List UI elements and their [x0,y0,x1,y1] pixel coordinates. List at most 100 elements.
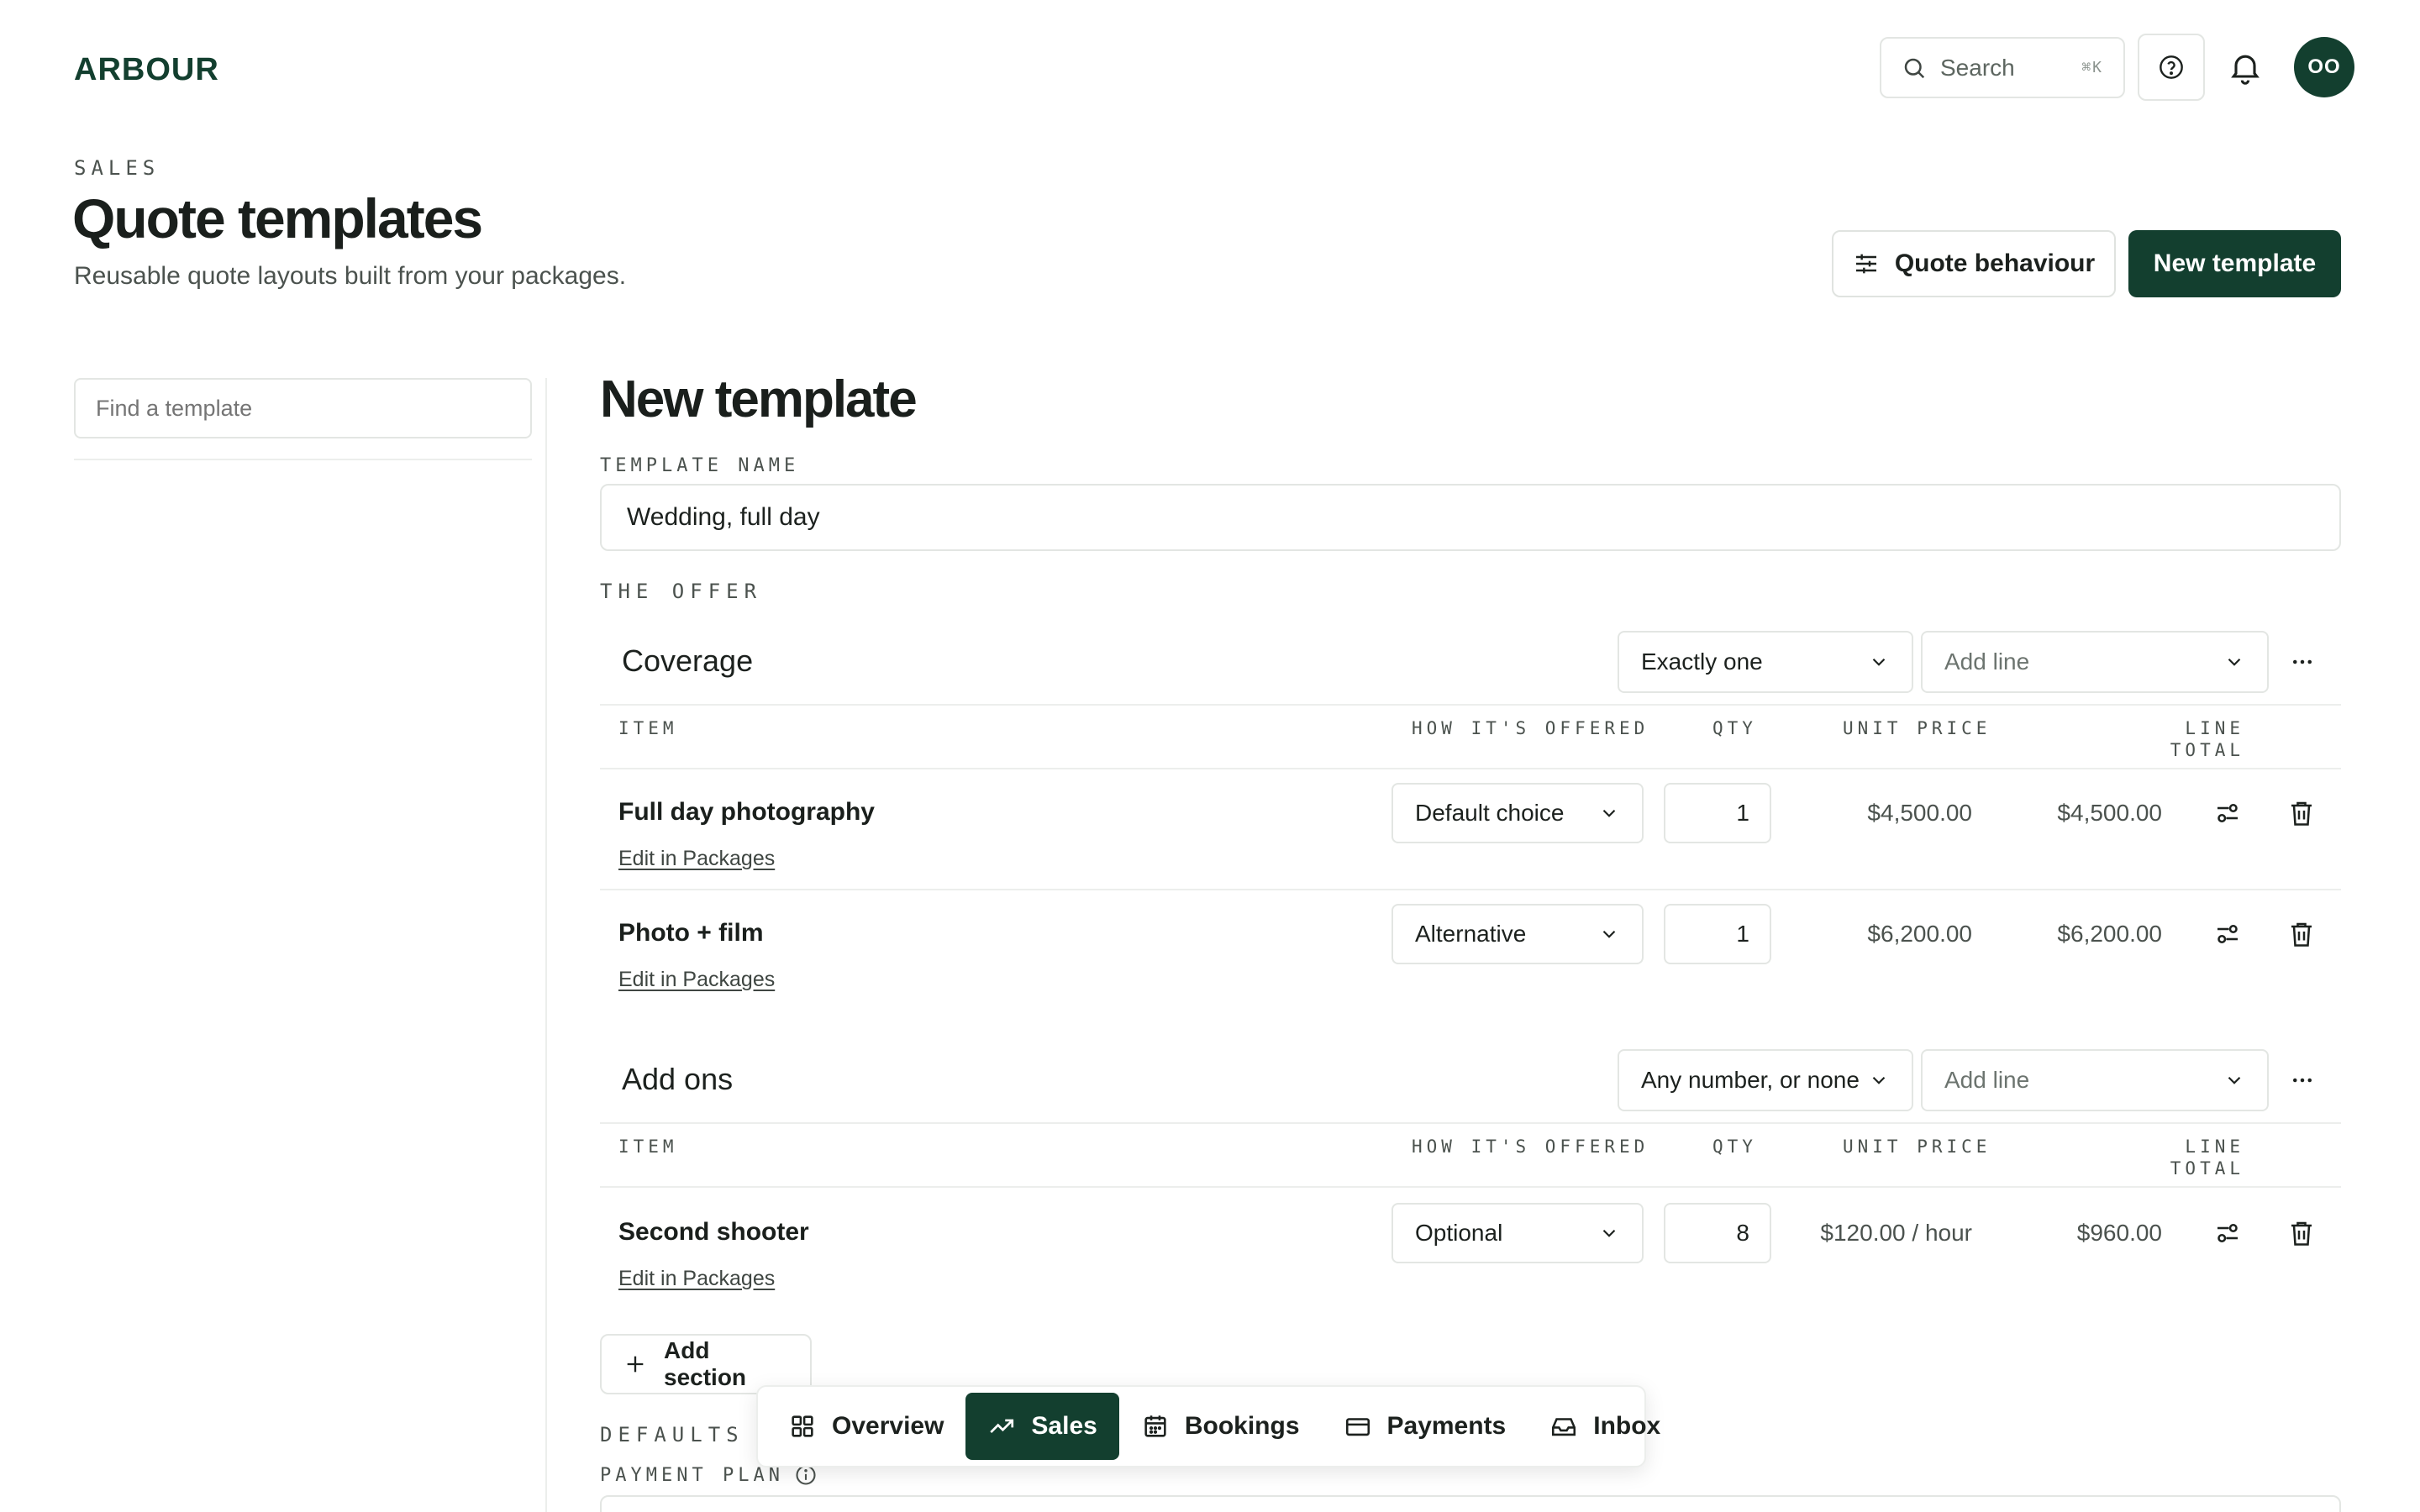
adjust-icon[interactable] [2212,919,2243,949]
bottom-navigation: Overview Sales Bookings Payments Inbox [756,1385,1660,1467]
column-header-line-total: LINE TOTAL [2135,717,2244,761]
qty-input[interactable]: 8 [1664,1203,1771,1263]
column-header-how-offered: HOW IT'S OFFERED [1412,1137,1649,1157]
unit-price: $6,200.00 [1867,921,1972,947]
search-button[interactable]: Search ⌘K [1880,37,2125,98]
nav-item-inbox[interactable]: Inbox [1528,1393,1682,1460]
qty-input[interactable]: 1 [1664,904,1771,964]
calendar-icon [1141,1412,1170,1441]
nav-label: Payments [1386,1412,1507,1440]
page-title: Quote templates [72,187,483,249]
chevron-down-icon [1598,1222,1620,1244]
trash-icon[interactable] [2286,1218,2317,1248]
column-header-line-total: LINE TOTAL [2135,1136,2244,1179]
line-total: $960.00 [2076,1220,2162,1246]
breadcrumb: SALES [74,156,160,180]
adjust-icon[interactable] [2212,1218,2243,1248]
find-template-input[interactable] [74,378,532,438]
column-header-qty: QTY [1712,1137,1757,1157]
qty-input[interactable]: 1 [1664,783,1771,843]
trash-icon[interactable] [2286,798,2317,828]
divider [600,1122,2341,1124]
column-header-item: ITEM [618,718,678,738]
sidebar-divider [74,459,532,460]
divider [600,768,2341,769]
column-divider [545,378,547,1512]
how-offered-select[interactable]: Optional [1392,1203,1644,1263]
chevron-down-icon [1868,651,1890,673]
add-section-label: Add section [664,1337,747,1390]
nav-label: Overview [832,1412,944,1440]
nav-item-sales[interactable]: Sales [965,1393,1119,1460]
section-rule-select[interactable]: Exactly one [1618,631,1913,693]
column-header-qty: QTY [1712,718,1757,738]
divider [600,889,2341,890]
user-avatar[interactable]: OO [2294,37,2354,97]
section-rule-value: Any number, or none [1641,1067,1860,1093]
how-offered-select[interactable]: Default choice [1392,783,1644,843]
payment-plan-label: PAYMENT PLAN [600,1464,784,1486]
item-name: Photo + film [618,919,764,947]
nav-item-payments[interactable]: Payments [1322,1393,1528,1460]
nav-label: Bookings [1184,1412,1300,1440]
the-offer-label: THE OFFER [600,580,763,603]
divider [600,1186,2341,1188]
search-shortcut: ⌘K [2081,59,2103,76]
how-offered-value: Alternative [1415,921,1527,947]
column-header-line-total-1: LINE [2185,1137,2244,1157]
plus-icon [623,1352,647,1376]
section-title: Add ons [622,1062,734,1096]
more-options-icon[interactable] [2286,645,2319,679]
edit-in-packages-link[interactable]: Edit in Packages [618,968,775,992]
how-offered-value: Optional [1415,1220,1503,1246]
trash-icon[interactable] [2286,919,2317,949]
payment-plan-select[interactable] [600,1495,2341,1512]
how-offered-value: Default choice [1415,800,1565,826]
inbox-icon [1549,1412,1578,1441]
column-header-unit-price: UNIT PRICE [1843,1137,1991,1157]
edit-in-packages-link[interactable]: Edit in Packages [618,1267,775,1291]
quote-behaviour-label: Quote behaviour [1894,249,2096,277]
chevron-down-icon [1598,802,1620,824]
more-options-icon[interactable] [2286,1063,2319,1097]
editor-title: New template [600,370,918,428]
search-label: Search [1940,54,2015,81]
adjust-icon[interactable] [2212,798,2243,828]
line-total: $4,500.00 [2057,800,2162,826]
column-header-line-total-1: LINE [2185,718,2244,738]
column-header-line-total-2: TOTAL [2170,740,2244,760]
quote-behaviour-button[interactable]: Quote behaviour [1832,230,2116,297]
add-line-select[interactable]: Add line [1921,631,2269,693]
defaults-label: DEFAULTS [600,1423,744,1446]
new-template-button[interactable]: New template [2128,230,2341,297]
add-line-placeholder: Add line [1944,648,2030,675]
section-rule-value: Exactly one [1641,648,1763,675]
template-name-input[interactable]: Wedding, full day [600,484,2341,551]
line-total: $6,200.00 [2057,921,2162,947]
how-offered-select[interactable]: Alternative [1392,904,1644,964]
trend-icon [987,1412,1016,1441]
add-line-select[interactable]: Add line [1921,1049,2269,1111]
nav-item-overview[interactable]: Overview [766,1393,965,1460]
column-header-how-offered: HOW IT'S OFFERED [1412,718,1649,738]
nav-item-bookings[interactable]: Bookings [1119,1393,1322,1460]
chevron-down-icon [1868,1069,1890,1091]
divider [600,704,2341,706]
app-logo[interactable]: ARBOUR [74,52,219,88]
chevron-down-icon [2223,651,2245,673]
add-line-placeholder: Add line [1944,1067,2030,1093]
help-button[interactable] [2138,34,2205,101]
section-title: Coverage [622,643,754,678]
help-icon [2158,54,2185,81]
edit-in-packages-link[interactable]: Edit in Packages [618,847,775,871]
search-icon [1902,55,1927,81]
grid-icon [788,1412,817,1441]
notifications-bell-icon[interactable] [2227,49,2264,86]
nav-label: Sales [1031,1412,1097,1440]
column-header-unit-price: UNIT PRICE [1843,718,1991,738]
nav-label: Inbox [1593,1412,1661,1440]
chevron-down-icon [1598,923,1620,945]
section-rule-select[interactable]: Any number, or none [1618,1049,1913,1111]
item-name: Second shooter [618,1218,809,1246]
template-name-label: TEMPLATE NAME [600,455,800,476]
